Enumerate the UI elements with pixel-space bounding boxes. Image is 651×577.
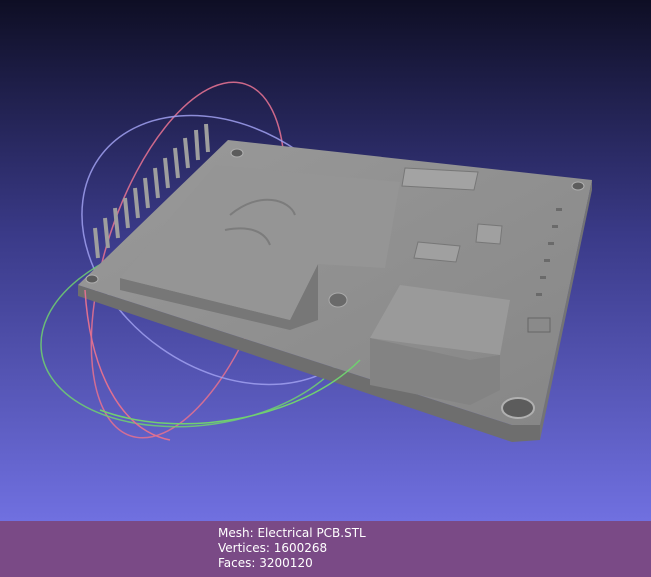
vertices-count: 1600268 bbox=[273, 541, 328, 555]
mesh-name-line: Mesh: Electrical PCB.STL bbox=[218, 526, 366, 541]
ic-chip-top bbox=[401, 167, 479, 191]
component-square-2 bbox=[475, 223, 503, 245]
mesh-viewer[interactable]: Mesh: Electrical PCB.STL Vertices: 16002… bbox=[0, 0, 651, 577]
component-square-1 bbox=[413, 241, 461, 263]
faces-count: 3200120 bbox=[259, 556, 313, 570]
mounting-hole-left bbox=[85, 274, 99, 284]
mesh-name: Electrical PCB.STL bbox=[257, 526, 366, 540]
mounting-hole-front-right bbox=[501, 397, 535, 419]
mounting-hole-back-left bbox=[230, 148, 244, 158]
mounting-hole-center bbox=[328, 292, 348, 308]
3d-viewport[interactable] bbox=[0, 0, 651, 521]
mesh-info: Mesh: Electrical PCB.STL Vertices: 16002… bbox=[218, 526, 366, 571]
vertices-line: Vertices: 1600268 bbox=[218, 541, 366, 556]
mounting-hole-back-right bbox=[571, 181, 585, 191]
info-bar: Mesh: Electrical PCB.STL Vertices: 16002… bbox=[0, 521, 651, 577]
faces-label: Faces: bbox=[218, 556, 256, 570]
small-component bbox=[527, 317, 551, 333]
vertices-label: Vertices: bbox=[218, 541, 270, 555]
mesh-label: Mesh: bbox=[218, 526, 254, 540]
faces-line: Faces: 3200120 bbox=[218, 556, 366, 571]
